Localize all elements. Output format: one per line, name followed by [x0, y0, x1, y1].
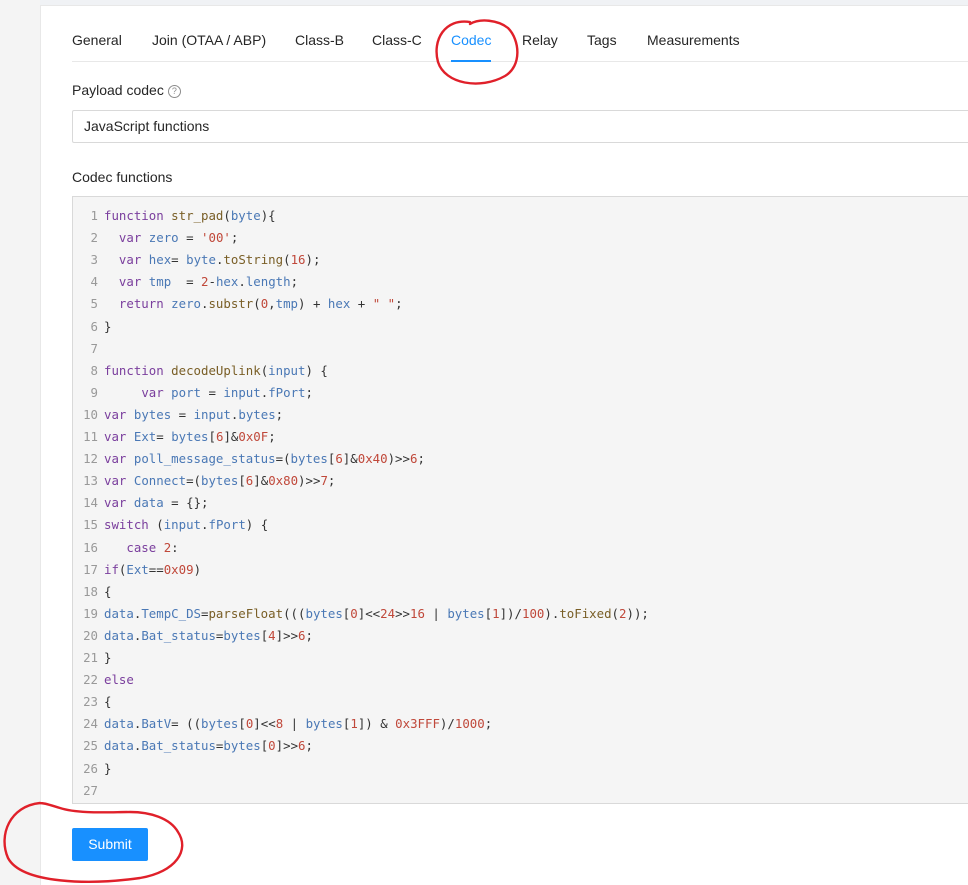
code-line: 9 var port = input.fPort; [73, 382, 968, 404]
code-text: var poll_message_status=(bytes[6]&0x40)>… [104, 451, 425, 467]
line-number: 11 [83, 429, 98, 444]
code-text: data.TempC_DS=parseFloat(((bytes[0]<<24>… [104, 605, 649, 621]
tab-codec[interactable]: Codec [451, 32, 491, 48]
code-text: case 2: [126, 539, 179, 555]
tab-relay[interactable]: Relay [522, 32, 558, 48]
code-text: var hex= byte.toString(16); [118, 252, 321, 268]
tab-general[interactable]: General [72, 32, 122, 48]
code-text: var data = {}; [104, 495, 209, 511]
line-number: 3 [90, 252, 98, 268]
code-line: 2 var zero = '00'; [73, 227, 968, 249]
line-number: 7 [90, 340, 98, 356]
code-text: { [104, 694, 112, 710]
code-line: 6} [73, 316, 968, 338]
code-line: 13 var Connect=(bytes[6]&0x80)>>7; [73, 470, 968, 492]
code-text: } [104, 760, 112, 776]
tab-tags[interactable]: Tags [587, 32, 617, 48]
code-line: 25 data.Bat_status=bytes[0]>>6; [73, 735, 968, 757]
line-number: 5 [90, 296, 98, 312]
codec-functions-editor[interactable]: 1 function str_pad(byte){ 2 var zero = '00… [72, 196, 968, 804]
device-settings-card: General Join (OTAA / ABP) Class-B Class-… [40, 5, 968, 885]
line-number: 16 [83, 539, 98, 555]
line-number: 6 [90, 318, 98, 334]
payload-codec-select[interactable]: JavaScript functions [72, 110, 968, 143]
code-text: { [104, 583, 112, 599]
code-line: 15 switch (input.fPort) { [73, 514, 968, 536]
code-line: 22 else [73, 669, 968, 691]
code-text: var Connect=(bytes[6]&0x80)>>7; [104, 473, 336, 489]
code-line: 19 data.TempC_DS=parseFloat(((bytes[0]<<2… [73, 603, 968, 625]
code-text: function decodeUplink(input) { [104, 362, 328, 378]
code-text: var port = input.fPort; [141, 384, 313, 400]
code-text: } [104, 650, 112, 665]
code-text: var tmp = 2-hex.length; [118, 274, 299, 290]
line-number: 19 [83, 605, 98, 621]
code-line: 10 var bytes = input.bytes; [73, 404, 968, 426]
tab-class-b[interactable]: Class-B [295, 32, 344, 48]
code-text: var Ext= bytes[6]&0x0F; [104, 429, 276, 444]
code-line: 4 var tmp = 2-hex.length; [73, 271, 968, 293]
code-line: 21} [73, 647, 968, 669]
submit-button[interactable]: Submit [72, 828, 148, 861]
line-number: 24 [83, 716, 98, 732]
code-text: var zero = '00'; [118, 230, 239, 246]
code-line: 26} [73, 758, 968, 780]
code-line: 23 { [73, 691, 968, 713]
line-number: 10 [83, 406, 98, 422]
code-line: 3 var hex= byte.toString(16); [73, 249, 968, 271]
code-text: var bytes = input.bytes; [104, 406, 284, 422]
line-number: 26 [83, 760, 98, 776]
code-text: if(Ext==0x09) [104, 561, 202, 577]
code-line: 12 var poll_message_status=(bytes[6]&0x40… [73, 448, 968, 470]
codec-functions-label: Codec functions [72, 169, 173, 185]
code-text: function str_pad(byte){ [104, 208, 276, 223]
tab-join[interactable]: Join (OTAA / ABP) [152, 32, 266, 48]
line-number: 25 [83, 738, 98, 754]
code-line: 18 { [73, 581, 968, 603]
code-line: 8 function decodeUplink(input) { [73, 360, 968, 382]
line-number: 8 [90, 362, 98, 378]
tab-class-c[interactable]: Class-C [372, 32, 422, 48]
code-text: else [104, 672, 134, 688]
left-gutter [0, 0, 40, 885]
code-line: 11 var Ext= bytes[6]&0x0F; [73, 426, 968, 448]
code-line: 7 [73, 338, 968, 360]
question-circle-icon[interactable]: ? [167, 85, 181, 98]
line-number: 15 [83, 517, 98, 533]
line-number: 4 [90, 274, 98, 290]
line-number: 14 [83, 495, 98, 511]
code-line: 14 var data = {}; [73, 492, 968, 514]
code-line: 16 case 2: [73, 537, 968, 559]
line-number: 18 [83, 583, 98, 599]
line-number: 9 [90, 384, 98, 400]
line-number: 27 [83, 782, 98, 798]
line-number: 21 [83, 650, 98, 665]
code-line: 5 return zero.substr(0,tmp) + hex + " "; [73, 293, 968, 315]
line-number: 22 [83, 672, 98, 688]
code-line: 1 function str_pad(byte){ [73, 205, 968, 227]
code-line: 24 data.BatV= ((bytes[0]<<8 | bytes[1]) &… [73, 713, 968, 735]
code-line: 20 data.Bat_status=bytes[4]>>6; [73, 625, 968, 647]
active-tab-indicator [451, 60, 491, 62]
line-number: 13 [83, 473, 98, 489]
line-number: 1 [90, 208, 98, 223]
line-number: 12 [83, 451, 98, 467]
code-text: switch (input.fPort) { [104, 517, 269, 533]
code-text: data.BatV= ((bytes[0]<<8 | bytes[1]) & 0… [104, 716, 493, 732]
line-number: 17 [83, 561, 98, 577]
line-number: 20 [83, 627, 98, 643]
line-number: 2 [90, 230, 98, 246]
line-number: 23 [83, 694, 98, 710]
code-text: data.Bat_status=bytes[0]>>6; [104, 738, 313, 754]
tab-bar: General Join (OTAA / ABP) Class-B Class-… [72, 6, 968, 62]
payload-codec-label: Payload codec? [72, 82, 181, 98]
code-line: 27 [73, 780, 968, 802]
payload-codec-label-text: Payload codec [72, 82, 164, 98]
tab-measurements[interactable]: Measurements [647, 32, 740, 48]
code-text: return zero.substr(0,tmp) + hex + " "; [118, 296, 403, 312]
code-line: 17 if(Ext==0x09) [73, 559, 968, 581]
code-text: } [104, 318, 112, 334]
code-text: data.Bat_status=bytes[4]>>6; [104, 627, 313, 643]
